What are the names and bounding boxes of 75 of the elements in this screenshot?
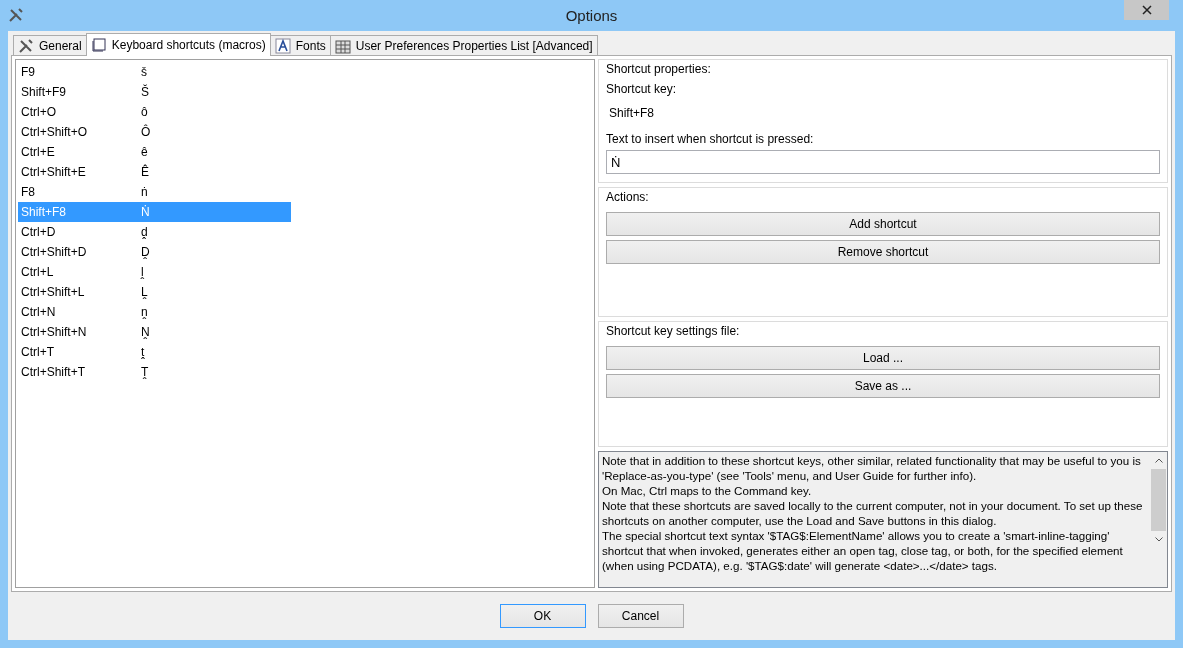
shortcut-text: ṋ — [141, 305, 148, 319]
shortcut-text: Ṅ — [141, 205, 150, 219]
shortcut-row[interactable]: Ctrl+Shift+D Ḓ — [18, 242, 291, 262]
shortcut-key: Ctrl+Shift+O — [21, 125, 141, 139]
text-input-field[interactable]: Ṅ — [606, 150, 1160, 174]
shortcut-key: Shift+F9 — [21, 85, 141, 99]
action-button[interactable]: Remove shortcut — [606, 240, 1160, 264]
file-button[interactable]: Load ... — [606, 346, 1160, 370]
note-paragraph: Note that these shortcuts are saved locally to the current computer, not in your document. To set up these shortcuts on another computer, use the Load and Save buttons in this dialog. — [602, 498, 1144, 528]
note-paragraph: The special shortcut text syntax '$TAG$:ElementName' allows you to create a 'smart-inline-tagging' shortcut that when invoked, generates either an open tag, close tag, or both, for the specified element (when using PCDATA), e.g. '$TAG$:date' will generate <date>...</date> tags. — [602, 528, 1124, 573]
field-label: Shortcut key: — [606, 82, 678, 96]
scroll-thumb[interactable] — [1151, 469, 1166, 531]
tab[interactable]: Keyboard shortcuts (macros) — [85, 33, 271, 56]
shortcut-key: Ctrl+T — [21, 345, 141, 359]
tab[interactable]: General — [13, 35, 87, 55]
note-paragraph: On Mac, Ctrl maps to the Command key. — [602, 483, 813, 498]
close-icon — [1141, 5, 1152, 15]
group-legend: Shortcut key settings file: — [606, 324, 1160, 338]
scroll-up-icon — [1154, 458, 1163, 463]
shortcut-row[interactable]: Ctrl+T ṱ — [18, 342, 291, 362]
shortcut-key-value: Shift+F8 — [609, 106, 656, 120]
dialog-button[interactable]: Cancel — [597, 604, 684, 628]
shortcut-row[interactable]: Ctrl+Shift+N Ṋ — [18, 322, 291, 342]
shortcut-text: ṱ — [141, 345, 145, 359]
shortcut-row[interactable]: Shift+F9 Š — [18, 82, 291, 102]
grid-icon — [334, 37, 351, 54]
shortcut-text: š — [141, 65, 147, 79]
scroll-down-icon — [1154, 537, 1163, 542]
shortcut-text: ê — [141, 145, 148, 159]
tab[interactable]: Fonts — [269, 35, 331, 55]
shortcut-row[interactable]: Ctrl+Shift+E Ê — [18, 162, 291, 182]
group-legend: Actions: — [606, 190, 1160, 204]
window-title: Options — [565, 7, 618, 24]
shortcut-key: Ctrl+O — [21, 105, 141, 119]
shortcut-key: Ctrl+L — [21, 265, 141, 279]
shortcut-row[interactable]: Ctrl+Shift+L Ḽ — [18, 282, 291, 302]
shortcut-key: Shift+F8 — [21, 205, 141, 219]
shortcut-text: Ḓ — [141, 245, 150, 259]
shortcut-text: ô — [141, 105, 148, 119]
note-paragraph: Note that in addition to these shortcut keys, other similar, related functionality that may be useful to you is 'Replace-as-you-type' (see 'Tools' menu, and User Guide for further info). — [602, 453, 1142, 483]
action-button[interactable]: Add shortcut — [606, 212, 1160, 236]
shortcut-key: Ctrl+Shift+T — [21, 365, 141, 379]
shortcut-key: F8 — [21, 185, 141, 199]
shortcut-row[interactable]: F8 ṅ — [18, 182, 291, 202]
shortcut-row[interactable]: Ctrl+L ḽ — [18, 262, 291, 282]
shortcut-row[interactable]: Ctrl+O ô — [18, 102, 291, 122]
shortcut-key: Ctrl+E — [21, 145, 141, 159]
shortcut-row[interactable]: Ctrl+N ṋ — [18, 302, 291, 322]
shortcut-key: F9 — [21, 65, 141, 79]
shortcut-row[interactable]: F9 š — [18, 62, 291, 82]
dialog-button[interactable]: OK — [499, 604, 586, 628]
shortcut-text: ḽ — [141, 265, 144, 279]
shortcut-key: Ctrl+Shift+N — [21, 325, 141, 339]
shortcut-text: ṅ — [141, 185, 148, 199]
shortcut-text: Ô — [141, 125, 151, 139]
shortcut-key: Ctrl+D — [21, 225, 141, 239]
group-legend: Shortcut properties: — [606, 62, 1160, 76]
shortcut-text: Ḽ — [141, 285, 148, 299]
shortcut-row[interactable]: Ctrl+D ḓ — [18, 222, 291, 242]
shortcut-row[interactable]: Ctrl+E ê — [18, 142, 291, 162]
file-button[interactable]: Save as ... — [606, 374, 1160, 398]
shortcut-text: Ṋ — [141, 325, 150, 339]
shortcut-row[interactable]: Ctrl+Shift+O Ô — [18, 122, 291, 142]
shortcut-key: Ctrl+Shift+E — [21, 165, 141, 179]
shortcut-text: Ṱ — [141, 365, 149, 379]
field-label: Text to insert when shortcut is pressed: — [606, 132, 815, 146]
shortcut-row[interactable]: Ctrl+Shift+T Ṱ — [18, 362, 291, 382]
shortcut-key: Ctrl+N — [21, 305, 141, 319]
shortcut-key: Ctrl+Shift+L — [21, 285, 141, 299]
shortcut-key: Ctrl+Shift+D — [21, 245, 141, 259]
shortcut-text: Ê — [141, 165, 149, 179]
shortcut-text: Š — [141, 85, 149, 99]
close-button[interactable] — [1124, 0, 1169, 20]
tab[interactable]: User Preferences Properties List [Advanced] — [329, 35, 598, 55]
shortcut-text: ḓ — [141, 225, 148, 239]
